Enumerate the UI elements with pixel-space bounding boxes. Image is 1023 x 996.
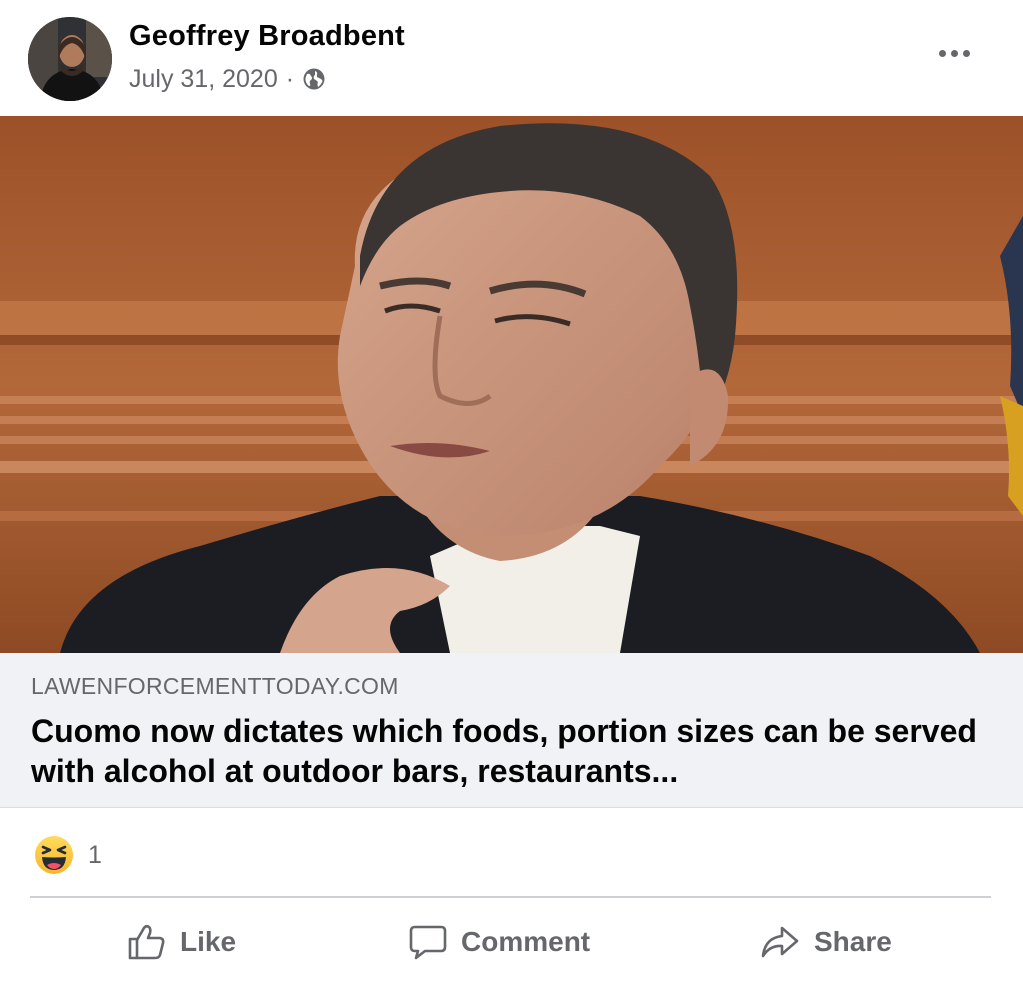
like-button[interactable]: Like [128, 906, 236, 978]
more-dot [938, 49, 946, 57]
more-dot [950, 49, 958, 57]
avatar[interactable] [28, 17, 112, 101]
post-header: Geoffrey Broadbent July 31, 2020 · [0, 0, 1023, 116]
link-preview-image[interactable]: i [0, 116, 1023, 653]
reaction-count: 1 [88, 840, 102, 869]
post-date[interactable]: July 31, 2020 [129, 65, 278, 94]
link-domain: LAWENFORCEMENTTODAY.COM [31, 673, 399, 699]
more-options-icon[interactable] [932, 38, 976, 68]
globe-icon[interactable] [302, 67, 326, 91]
share-icon [761, 926, 799, 958]
thumbs-up-icon [128, 924, 165, 960]
comment-icon [409, 925, 447, 960]
link-headline[interactable]: Cuomo now dictates which foods, portion … [31, 711, 991, 791]
share-button[interactable]: Share [760, 906, 892, 978]
divider [30, 896, 991, 898]
author-name[interactable]: Geoffrey Broadbent [129, 20, 405, 53]
facebook-post: Geoffrey Broadbent July 31, 2020 · LAWEN… [0, 0, 1023, 996]
preview-photo [0, 116, 1023, 653]
reaction-summary[interactable]: 1 [34, 835, 102, 875]
comment-label: Comment [461, 926, 591, 957]
link-preview-caption[interactable]: LAWENFORCEMENTTODAY.COM Cuomo now dictat… [0, 653, 1023, 808]
more-dot [962, 49, 970, 57]
post-actions: Like Comment Share [0, 906, 1023, 978]
meta-separator: · [285, 64, 295, 93]
haha-reaction-icon [35, 836, 73, 874]
share-label: Share [814, 926, 892, 957]
post-meta: July 31, 2020 · [129, 63, 326, 95]
avatar-image [28, 17, 112, 101]
like-label: Like [180, 926, 237, 957]
comment-button[interactable]: Comment [409, 906, 590, 978]
